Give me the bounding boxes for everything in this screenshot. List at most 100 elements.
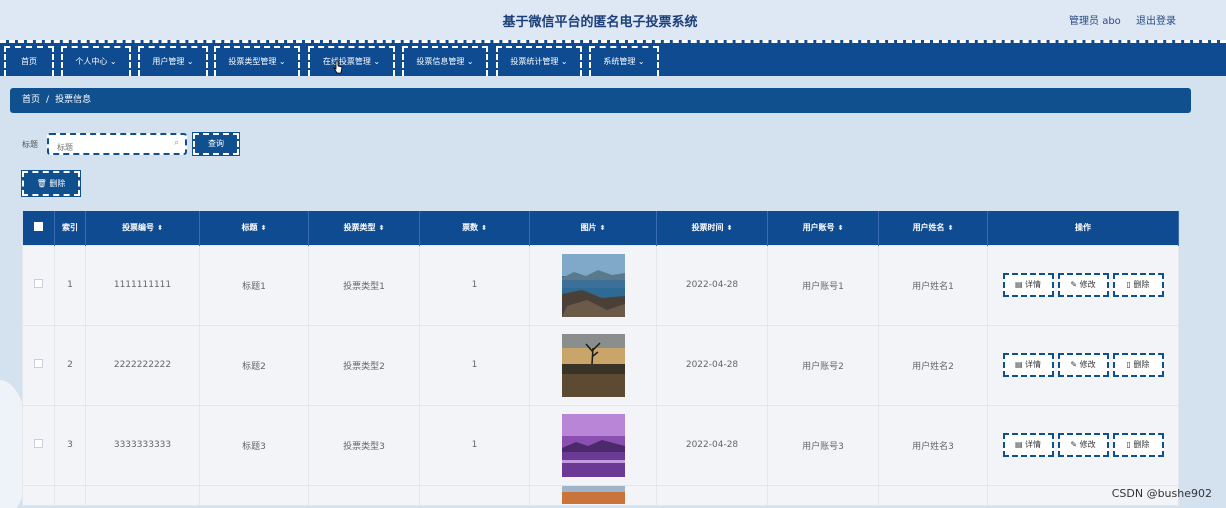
nav-personal-center[interactable]: 个人中心 ⌄ xyxy=(61,46,131,76)
delete-label: 删除 xyxy=(1133,440,1150,449)
col-account-label: 用户账号 xyxy=(802,223,835,233)
user-info: 管理员 abo 退出登录 xyxy=(1057,12,1176,27)
nav-online-vote-management[interactable]: 在线投票管理 ⌄ xyxy=(308,46,395,76)
table-row: 2 2222222222 标题2 投票类型2 1 2022-04-28 用户账号… xyxy=(22,324,1179,406)
row-checkbox[interactable] xyxy=(34,279,43,288)
nav-personal-center-label: 个人中心 xyxy=(75,57,108,66)
delete-button[interactable]: ▯ 删除 xyxy=(1112,353,1164,377)
col-vote-time-label: 投票时间 xyxy=(691,223,724,233)
search-input[interactable] xyxy=(57,138,167,157)
row-checkbox[interactable] xyxy=(34,359,43,368)
cell-votes: 1 xyxy=(419,324,530,406)
sort-icon: ⬍ xyxy=(837,224,844,233)
nav-vote-info-management-label: 投票信息管理 xyxy=(416,57,465,66)
breadcrumb-home[interactable]: 首页 xyxy=(22,95,40,105)
nav-vote-info-management[interactable]: 投票信息管理 ⌄ xyxy=(402,46,488,76)
col-account[interactable]: 用户账号 ⬍ xyxy=(767,211,879,245)
nav-vote-type-management[interactable]: 投票类型管理 ⌄ xyxy=(214,46,300,76)
table-row xyxy=(22,484,1179,506)
pencil-icon: ✎ xyxy=(1070,280,1078,289)
chevron-down-icon: ⌄ xyxy=(373,57,381,66)
watermark: CSDN @bushe902 xyxy=(1111,487,1212,500)
cell-index: 2 xyxy=(54,324,86,406)
cell-account: 用户账号2 xyxy=(767,324,879,406)
batch-delete-button[interactable]: 🗑 删除 xyxy=(21,170,81,197)
col-vote-time[interactable]: 投票时间 ⬍ xyxy=(656,211,768,245)
site-title: 基于微信平台的匿名电子投票系统 xyxy=(502,15,698,30)
col-image[interactable]: 图片 ⬍ xyxy=(529,211,657,245)
col-title-label: 标题 xyxy=(241,223,258,233)
table-row: 3 3333333333 标题3 投票类型3 1 2022-04-28 用户账号… xyxy=(22,404,1179,486)
search-field: ⌕ xyxy=(47,133,187,157)
chevron-down-icon: ⌄ xyxy=(466,57,474,66)
breadcrumb: 首页 / 投票信息 xyxy=(10,88,1191,113)
cell-image xyxy=(529,404,657,486)
sort-icon: ⬍ xyxy=(378,224,385,233)
nav-vote-stats-management-label: 投票统计管理 xyxy=(510,57,559,66)
select-all-checkbox[interactable] xyxy=(33,222,43,232)
delete-button[interactable]: ▯ 删除 xyxy=(1112,273,1164,297)
col-vote-type-label: 投票类型 xyxy=(343,223,376,233)
logout-link[interactable]: 退出登录 xyxy=(1136,16,1176,27)
main-nav: 首页 个人中心 ⌄ 用户管理 ⌄ 投票类型管理 ⌄ 在线投票管理 ⌄ 投票信息管… xyxy=(0,40,1226,76)
cell-vote-no: 2222222222 xyxy=(85,324,200,406)
query-button[interactable]: 查询 xyxy=(192,132,240,156)
detail-button[interactable]: ▤ 详情 xyxy=(1002,433,1054,457)
vote-image[interactable] xyxy=(561,413,625,477)
edit-button[interactable]: ✎ 修改 xyxy=(1057,353,1109,377)
sort-icon: ⬍ xyxy=(157,224,163,233)
edit-label: 修改 xyxy=(1079,440,1096,449)
row-select-cell xyxy=(22,324,55,406)
detail-button[interactable]: ▤ 详情 xyxy=(1002,273,1054,297)
col-title[interactable]: 标题 ⬍ xyxy=(199,211,309,245)
vote-image[interactable] xyxy=(561,253,625,317)
detail-label: 详情 xyxy=(1025,360,1042,369)
trash-icon: ▯ xyxy=(1126,360,1131,369)
nav-vote-stats-management[interactable]: 投票统计管理 ⌄ xyxy=(496,46,582,76)
cell-image xyxy=(529,324,657,406)
document-icon: ▤ xyxy=(1014,360,1023,369)
cell-votes: 1 xyxy=(419,404,530,486)
breadcrumb-separator: / xyxy=(46,95,50,105)
pencil-icon: ✎ xyxy=(1070,440,1078,449)
delete-label: 删除 xyxy=(1133,360,1150,369)
delete-button[interactable]: ▯ 删除 xyxy=(1112,433,1164,457)
table-header-row: 索引 投票编号 ⬍ 标题 ⬍ 投票类型 ⬍ 票数 ⬍ 图片 ⬍ 投票时间 ⬍ 用户账号 ⬍ 用… xyxy=(22,211,1179,245)
cell-name: 用户姓名3 xyxy=(878,404,988,486)
cell-vote-time: 2022-04-28 xyxy=(656,404,768,486)
col-votes[interactable]: 票数 ⬍ xyxy=(419,211,530,245)
edit-button[interactable]: ✎ 修改 xyxy=(1057,433,1109,457)
cell-index: 3 xyxy=(54,404,86,486)
col-name[interactable]: 用户姓名 ⬍ xyxy=(878,211,988,245)
row-select-cell xyxy=(22,404,55,486)
batch-delete-label: 删除 xyxy=(49,179,66,188)
row-checkbox[interactable] xyxy=(34,439,43,448)
col-index: 索引 xyxy=(54,211,86,245)
cell-vote-no: 1111111111 xyxy=(85,244,200,326)
cell-account: 用户账号3 xyxy=(767,404,879,486)
nav-user-management[interactable]: 用户管理 ⌄ xyxy=(138,46,208,76)
cell-vote-time: 2022-04-28 xyxy=(656,244,768,326)
edit-button[interactable]: ✎ 修改 xyxy=(1057,273,1109,297)
breadcrumb-current: 投票信息 xyxy=(55,95,92,105)
sort-icon: ⬍ xyxy=(726,224,733,233)
vote-image[interactable] xyxy=(561,333,625,397)
chevron-down-icon: ⌄ xyxy=(637,57,645,66)
vote-info-table: 索引 投票编号 ⬍ 标题 ⬍ 投票类型 ⬍ 票数 ⬍ 图片 ⬍ 投票时间 ⬍ 用户账号 ⬍ 用… xyxy=(22,211,1179,506)
cell-vote-type: 投票类型3 xyxy=(308,404,420,486)
nav-home[interactable]: 首页 xyxy=(4,46,54,76)
document-icon: ▤ xyxy=(1014,440,1023,449)
detail-button[interactable]: ▤ 详情 xyxy=(1002,353,1054,377)
col-vote-no-label: 投票编号 xyxy=(122,223,155,233)
cell-vote-time: 2022-04-28 xyxy=(656,324,768,406)
top-header: 基于微信平台的匿名电子投票系统 管理员 abo 退出登录 xyxy=(0,0,1226,40)
vote-image[interactable] xyxy=(561,486,625,504)
cell-vote-no: 3333333333 xyxy=(85,404,200,486)
sort-icon: ⬍ xyxy=(481,224,487,233)
col-vote-no[interactable]: 投票编号 ⬍ xyxy=(85,211,200,245)
sort-icon: ⬍ xyxy=(260,224,267,233)
trash-icon: ▯ xyxy=(1126,280,1131,289)
nav-system-management[interactable]: 系统管理 ⌄ xyxy=(589,46,659,76)
col-vote-type[interactable]: 投票类型 ⬍ xyxy=(308,211,420,245)
cell-index: 1 xyxy=(54,244,86,326)
